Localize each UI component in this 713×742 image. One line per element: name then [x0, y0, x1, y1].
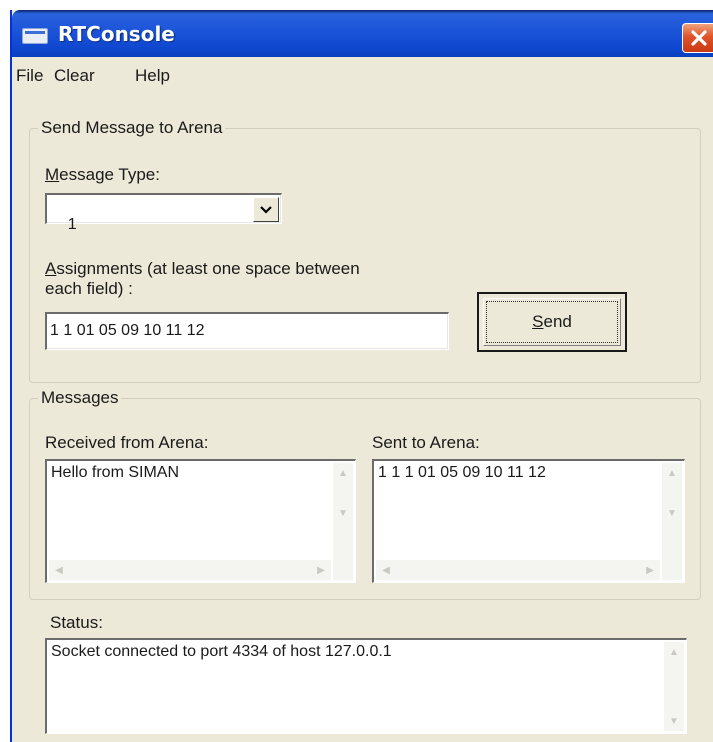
- horizontal-scrollbar[interactable]: ◀ ▶: [376, 560, 660, 580]
- window-icon: [22, 28, 48, 44]
- title-bar[interactable]: RTConsole: [12, 10, 713, 57]
- vertical-scrollbar[interactable]: ▲ ▼: [664, 642, 684, 731]
- menu-clear[interactable]: Clear: [54, 66, 95, 86]
- scroll-up-icon[interactable]: ▲: [333, 463, 353, 483]
- horizontal-scrollbar[interactable]: ◀ ▶: [49, 560, 331, 580]
- scroll-up-icon[interactable]: ▲: [662, 463, 682, 483]
- status-label: Status:: [50, 613, 103, 632]
- rtconsole-window: RTConsole File Clear Help Send Message t…: [10, 10, 713, 742]
- send-button-label: Send: [532, 312, 572, 331]
- dropdown-button[interactable]: [253, 197, 279, 222]
- menu-file[interactable]: File: [16, 66, 43, 86]
- scroll-left-icon[interactable]: ◀: [49, 560, 69, 580]
- chevron-down-icon: [260, 205, 272, 214]
- messages-group-title: Messages: [38, 388, 122, 408]
- scroll-left-icon[interactable]: ◀: [376, 560, 396, 580]
- scroll-down-icon[interactable]: ▼: [662, 503, 682, 523]
- menu-help[interactable]: Help: [135, 66, 170, 86]
- vertical-scrollbar[interactable]: ▲ ▼: [662, 463, 682, 580]
- status-box[interactable]: Socket connected to port 4334 of host 12…: [45, 638, 687, 734]
- received-message-text: Hello from SIMAN: [51, 464, 180, 481]
- message-type-select[interactable]: 1: [45, 193, 282, 233]
- scroll-up-icon[interactable]: ▲: [664, 642, 684, 662]
- vertical-scrollbar[interactable]: ▲ ▼: [333, 463, 353, 580]
- scroll-right-icon[interactable]: ▶: [640, 560, 660, 580]
- received-messages-box[interactable]: Hello from SIMAN ▲ ▼ ◀ ▶: [45, 459, 356, 583]
- scroll-down-icon[interactable]: ▼: [664, 711, 684, 731]
- message-type-value: 1: [67, 216, 77, 233]
- assignments-label: Assignments (at least one space between: [45, 259, 360, 278]
- received-label: Received from Arena:: [45, 433, 209, 452]
- scroll-right-icon[interactable]: ▶: [311, 560, 331, 580]
- status-text: Socket connected to port 4334 of host 12…: [51, 643, 392, 660]
- send-message-group-title: Send Message to Arena: [38, 118, 226, 138]
- assignments-label-cont: each field) :: [45, 279, 133, 298]
- sent-label: Sent to Arena:: [372, 433, 480, 452]
- message-type-label: Message Type:: [45, 165, 160, 184]
- assignments-input[interactable]: 1 1 01 05 09 10 11 12: [45, 312, 449, 350]
- close-icon: [691, 30, 707, 46]
- sent-message-text: 1 1 1 01 05 09 10 11 12: [378, 464, 546, 481]
- send-button[interactable]: Send: [477, 292, 627, 352]
- scroll-down-icon[interactable]: ▼: [333, 503, 353, 523]
- sent-messages-box[interactable]: 1 1 1 01 05 09 10 11 12 ▲ ▼ ◀ ▶: [372, 459, 685, 583]
- close-button[interactable]: [682, 23, 713, 53]
- window-title: RTConsole: [58, 22, 175, 46]
- menu-bar: File Clear Help: [12, 57, 713, 91]
